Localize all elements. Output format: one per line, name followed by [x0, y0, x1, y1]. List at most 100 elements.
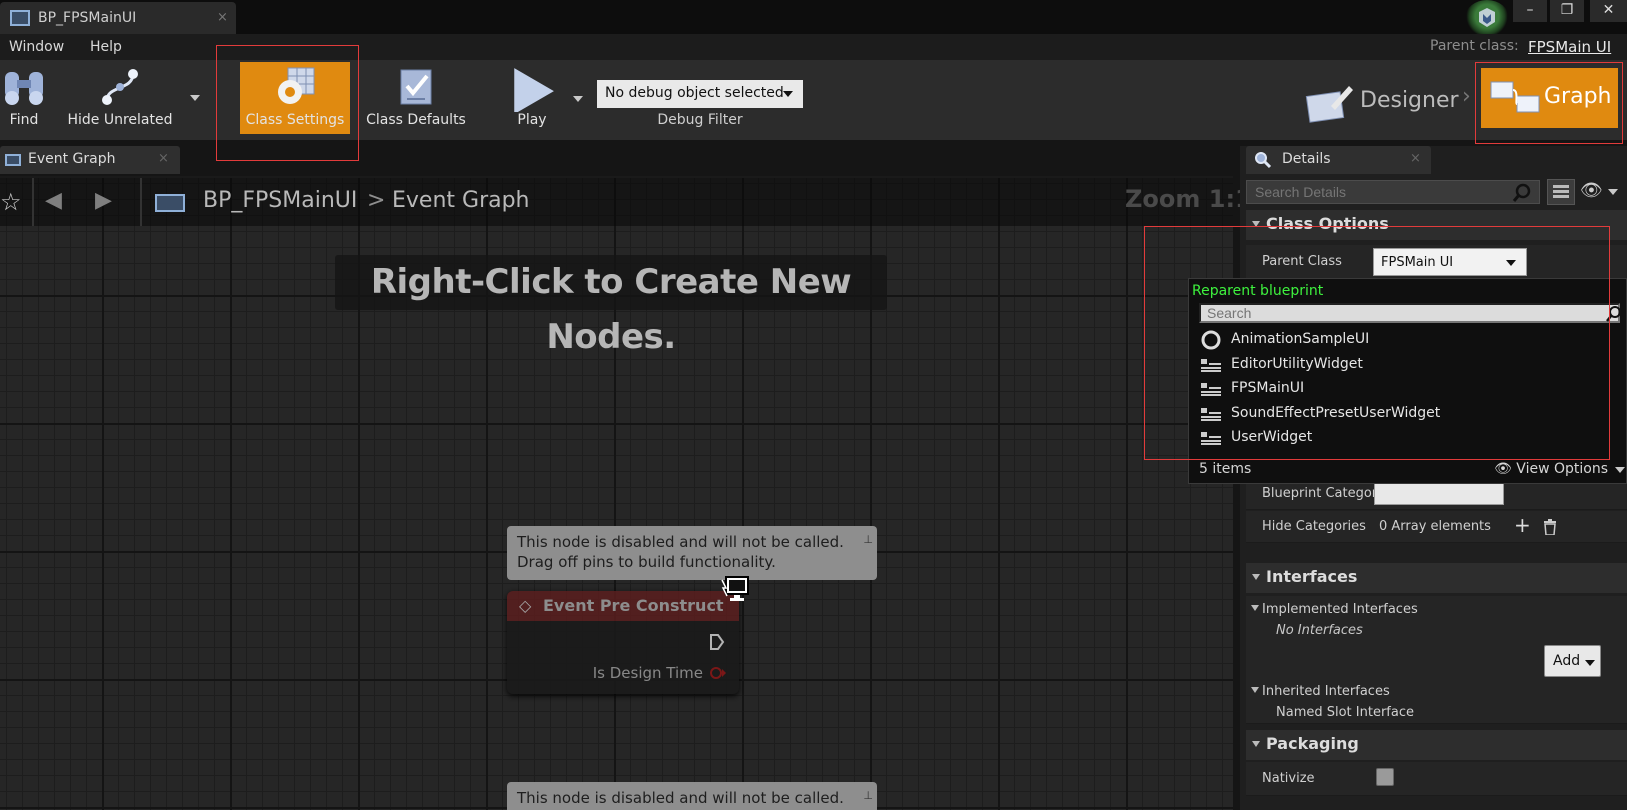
hide-categories-value: 0 Array elements [1379, 519, 1491, 534]
title-bar [0, 0, 1627, 34]
property-matrix-button[interactable] [1547, 179, 1575, 205]
create-nodes-hint: Right-Click to Create New Nodes. [335, 255, 887, 357]
unreal-logo-icon [1465, 0, 1509, 36]
play-label: Play [517, 112, 547, 128]
restore-button[interactable]: ❐ [1550, 0, 1584, 22]
comment-line: This node is disabled and will not be ca… [517, 533, 844, 551]
hide-unrelated-dropdown-icon[interactable] [190, 95, 200, 101]
document-tab-close-icon[interactable]: × [217, 10, 228, 25]
hide-unrelated-label: Hide Unrelated [67, 112, 173, 128]
graph-mode-button[interactable]: Graph [1481, 68, 1618, 128]
pencil-canvas-icon [1305, 86, 1353, 123]
nativize-label: Nativize [1262, 771, 1315, 786]
debug-object-value: No debug object selected [605, 85, 784, 101]
collapse-arrow-icon[interactable] [1251, 605, 1259, 611]
details-tab-label: Details [1282, 151, 1331, 167]
view-options-button[interactable]: 👁 View Options [1494, 461, 1608, 477]
details-tab[interactable]: Details × [1246, 146, 1431, 174]
hide-unrelated-button[interactable]: Hide Unrelated [64, 62, 176, 134]
breadcrumb-separator: > [367, 188, 386, 213]
comment-line: Drag off pins to build functionality. [517, 553, 776, 571]
zoom-level: Zoom 1:1 [1125, 185, 1252, 213]
breadcrumb-blueprint[interactable]: BP_FPSMainUI [203, 188, 357, 213]
exec-pin-icon[interactable] [709, 633, 725, 651]
chevron-down-icon [1585, 660, 1595, 666]
breadcrumb-bar: ☆ ◀ ▶ BP_FPSMainUI > Event Graph [0, 178, 1233, 226]
graph-nodes-icon [102, 69, 138, 105]
document-tab[interactable]: BP_FPSMainUI × [0, 2, 236, 34]
minimize-button[interactable]: – [1513, 0, 1547, 22]
debug-filter-label: Debug Filter [657, 112, 743, 128]
comment-line: This node is disabled and will not be ca… [517, 789, 844, 807]
event-graph-tab[interactable]: Event Graph × [0, 146, 180, 174]
pin-comment-icon[interactable]: ⊥ [863, 530, 873, 550]
parent-class-link[interactable]: FPSMain UI [1528, 38, 1611, 56]
menu-help[interactable]: Help [90, 39, 122, 55]
collapse-arrow-icon [1252, 741, 1260, 747]
designer-label: Designer [1360, 88, 1459, 113]
nativize-checkbox[interactable] [1376, 768, 1394, 786]
blueprint-category-input[interactable] [1374, 481, 1504, 505]
event-pre-construct-node[interactable]: ◇ Event Pre Construct Is Design Time [507, 591, 739, 694]
bool-pin-icon[interactable] [709, 666, 727, 680]
pin-comment-icon[interactable]: ⊥ [863, 786, 873, 806]
forward-arrow-icon[interactable]: ▶ [95, 188, 112, 213]
view-options-label: View Options [1516, 461, 1608, 477]
disabled-node-comment: This node is disabled and will not be ca… [507, 782, 877, 810]
event-graph-tab-label: Event Graph [28, 151, 116, 167]
interfaces-body: Implemented Interfaces No Interfaces Add… [1246, 596, 1627, 724]
designer-mode-button[interactable]: Designer [1305, 80, 1459, 123]
class-defaults-label: Class Defaults [366, 112, 466, 128]
debug-object-select[interactable]: No debug object selected [597, 80, 803, 108]
mode-separator: › [1462, 84, 1471, 109]
chevron-down-icon[interactable] [1615, 467, 1625, 473]
trash-icon[interactable] [1543, 519, 1557, 535]
class-settings-label: Class Settings [245, 112, 345, 128]
back-arrow-icon[interactable]: ◀ [45, 188, 62, 213]
binoculars-icon [5, 72, 43, 105]
magnifier-icon [1255, 152, 1272, 169]
gear-icon [278, 67, 315, 104]
inherited-interfaces-label: Inherited Interfaces [1262, 684, 1390, 699]
divider [140, 178, 142, 226]
menu-window[interactable]: Window [9, 39, 64, 55]
implemented-interfaces-label: Implemented Interfaces [1262, 602, 1418, 617]
eye-icon: 👁 [1494, 461, 1512, 477]
section-title: Interfaces [1266, 567, 1358, 586]
favorite-star-icon[interactable]: ☆ [0, 188, 22, 216]
divider [32, 178, 34, 226]
find-label: Find [9, 112, 39, 128]
collapse-arrow-icon[interactable] [1251, 687, 1259, 693]
play-dropdown-icon[interactable] [573, 96, 583, 102]
blueprint-icon [10, 10, 30, 26]
item-count: 5 items [1199, 461, 1252, 477]
chevron-down-icon [783, 91, 793, 97]
hide-categories-row: Hide Categories 0 Array elements + [1246, 511, 1627, 543]
find-button[interactable]: Find [0, 62, 48, 134]
chevron-down-icon[interactable] [1608, 189, 1618, 195]
search-icon [1512, 183, 1531, 202]
section-packaging[interactable]: Packaging [1246, 730, 1627, 760]
details-search-input[interactable] [1246, 180, 1540, 204]
play-button[interactable]: Play [500, 62, 564, 134]
details-tab-close-icon[interactable]: × [1410, 151, 1421, 166]
section-interfaces[interactable]: Interfaces [1246, 563, 1627, 593]
is-design-time-label: Is Design Time [592, 664, 703, 682]
event-graph-tab-close-icon[interactable]: × [158, 151, 169, 166]
add-element-icon[interactable]: + [1514, 513, 1531, 537]
blueprint-category-label: Blueprint Category [1262, 486, 1385, 501]
collapse-arrow-icon [1252, 574, 1260, 580]
document-tab-label: BP_FPSMainUI [38, 10, 137, 26]
add-interface-button[interactable]: Add [1544, 645, 1601, 677]
node-title: Event Pre Construct [543, 596, 724, 615]
parent-class-label: Parent class: [1430, 38, 1519, 54]
blueprint-breadcrumb-icon [155, 194, 185, 212]
class-defaults-button[interactable]: Class Defaults [360, 62, 472, 134]
graph-tab-icon [5, 154, 21, 166]
view-options-eye-icon[interactable]: 👁 [1580, 180, 1603, 201]
close-button[interactable]: ✕ [1590, 0, 1627, 22]
breadcrumb-graph[interactable]: Event Graph [392, 188, 530, 213]
class-settings-button[interactable]: Class Settings [240, 62, 350, 134]
add-interface-label: Add [1553, 653, 1581, 669]
graph-label: Graph [1544, 84, 1612, 109]
